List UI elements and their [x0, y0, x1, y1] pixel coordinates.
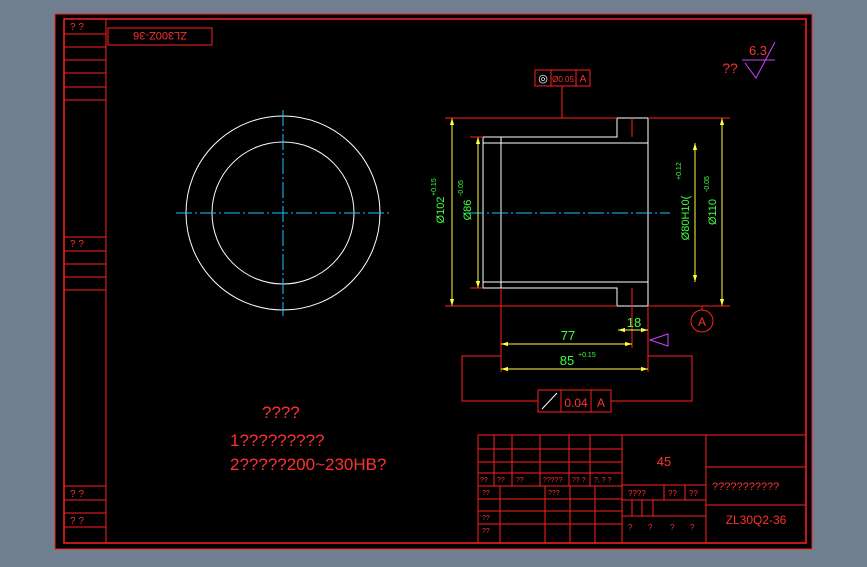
dim-len85-tol: +0.15	[578, 352, 596, 359]
left-strip-bottom-label-2: ? ?	[70, 516, 84, 527]
title-r1-c2: ??	[497, 477, 505, 484]
title-r2-c3: ???	[548, 490, 560, 497]
drawing-sheet	[54, 13, 813, 550]
dim-d86-tol: -0.05	[458, 180, 465, 196]
dim-d80: Ø80H10(	[680, 195, 692, 240]
left-strip-mid-label: ? ?	[70, 239, 84, 250]
left-strip-bottom-label-1: ? ?	[70, 489, 84, 500]
dim-len18: 18	[627, 315, 641, 330]
title-r1-c6: ?, ? ?	[594, 477, 612, 484]
dim-d102-tol: +0.15	[431, 178, 438, 196]
title-r1-c5: ?? ?	[572, 477, 586, 484]
top-tolerance-value: Ø0.05	[552, 75, 574, 84]
title-stage-1: ????	[628, 489, 646, 498]
datum-label: A	[698, 315, 706, 329]
title-stage-3: ??	[689, 489, 698, 498]
bottom-tolerance-value: 0.04	[564, 396, 588, 410]
title-r2-c1: ??	[482, 490, 490, 497]
dim-d102: Ø102	[435, 197, 447, 224]
roughness-label: ??	[722, 60, 738, 76]
title-r3-c1: ??	[482, 515, 490, 522]
title-bottom-1: ?	[628, 523, 633, 532]
title-part-name: ???????????	[712, 481, 779, 493]
notes-line-2: 2?????200~230HB?	[230, 455, 386, 474]
dim-d110: Ø110	[707, 199, 719, 225]
notes-line-1: 1?????????	[230, 431, 325, 450]
dim-d86: Ø86	[462, 200, 474, 221]
title-r4-c1: ??	[482, 528, 490, 535]
drawing-viewport[interactable]: ? ? ? ? ? ? ? ? ZL300Z-36 Ø102 +0.15 Ø86…	[0, 0, 867, 562]
roughness-value: 6.3	[749, 43, 767, 58]
notes-title: ????	[262, 403, 300, 422]
dim-len77: 77	[561, 328, 575, 343]
title-r1-c3: ??	[516, 477, 524, 484]
cad-canvas[interactable]: ? ? ? ? ? ? ? ? ZL300Z-36 Ø102 +0.15 Ø86…	[0, 0, 867, 562]
title-r1-c1: ??	[480, 477, 488, 484]
dim-len85: 85	[560, 353, 574, 368]
title-material: 45	[657, 454, 671, 469]
rotated-drawing-number: ZL300Z-36	[133, 29, 187, 41]
title-r1-c4: ?????	[543, 477, 563, 484]
title-bottom-4: ?	[690, 523, 695, 532]
left-strip-top-label: ? ?	[70, 22, 84, 33]
title-stage-2: ??	[668, 489, 677, 498]
bottom-tolerance-datum: A	[597, 396, 605, 410]
top-tolerance-datum: A	[580, 74, 587, 85]
dim-d80-tol: +0.12	[676, 162, 683, 180]
dim-d110-tol: -0.05	[704, 176, 711, 192]
title-drawing-number: ZL30Q2-36	[726, 513, 787, 527]
title-bottom-3: ?	[670, 523, 675, 532]
title-bottom-2: ?	[648, 523, 653, 532]
concentricity-icon: ◎	[538, 73, 548, 85]
